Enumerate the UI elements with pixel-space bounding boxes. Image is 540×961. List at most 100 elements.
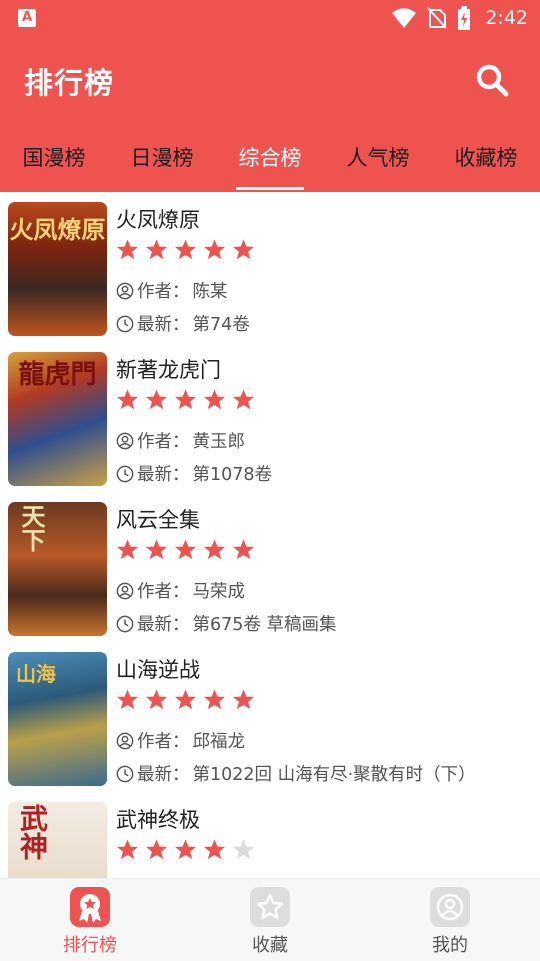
latest-chapter: 第1078卷	[192, 465, 273, 485]
cover-title: 火凤燎原	[9, 215, 106, 244]
latest-label: 最新：	[137, 615, 190, 635]
app-notification-icon: A	[18, 9, 36, 27]
list-item[interactable]: 火凤燎原 火凤燎原 作者： 陈某 最新： 第74卷	[0, 192, 540, 342]
comic-title: 火凤燎原	[116, 208, 200, 232]
list-item[interactable]: 天下 风云全集 作者： 马荣成 最新： 第675卷 草稿画集	[0, 492, 540, 642]
rating-stars	[116, 688, 255, 711]
status-icons: 2:42	[391, 0, 528, 36]
star-filled-icon	[145, 389, 168, 410]
page-title: 排行榜	[24, 66, 115, 100]
comic-title: 新著龙虎门	[116, 358, 221, 382]
author-line: 作者： 马荣成	[116, 578, 245, 603]
ranking-icon	[70, 887, 110, 927]
author-line: 作者： 黄玉郎	[116, 428, 245, 453]
tab-bar: 国漫榜 日漫榜 综合榜 人气榜 收藏榜	[0, 128, 540, 192]
search-icon	[476, 64, 509, 97]
clock-icon	[116, 615, 134, 632]
star-filled-icon	[145, 539, 168, 560]
tab-shoucang[interactable]: 收藏榜	[432, 128, 540, 192]
bottom-nav: 排行榜 收藏 我的	[0, 878, 540, 961]
user-icon	[116, 732, 134, 749]
latest-line: 最新： 第74卷	[116, 311, 250, 336]
cover-title: 武神	[16, 804, 49, 860]
nav-favorites[interactable]: 收藏	[180, 879, 360, 961]
star-filled-icon	[116, 239, 139, 260]
comic-list[interactable]: 火凤燎原 火凤燎原 作者： 陈某 最新： 第74卷 龍虎門 新著龙虎门 作者： …	[0, 192, 540, 878]
star-filled-icon	[232, 689, 255, 710]
author-label: 作者：	[137, 432, 190, 452]
tab-renqi[interactable]: 人气榜	[324, 128, 432, 192]
comic-cover[interactable]: 武神	[8, 802, 107, 878]
search-button[interactable]	[474, 62, 510, 98]
star-filled-icon	[145, 689, 168, 710]
nav-label: 我的	[432, 935, 468, 956]
author-line: 作者： 邱福龙	[116, 728, 245, 753]
clock-icon	[116, 465, 134, 482]
star-filled-icon	[232, 389, 255, 410]
latest-label: 最新：	[137, 765, 190, 785]
author-label: 作者：	[137, 732, 190, 752]
star-filled-icon	[116, 389, 139, 410]
tab-riman[interactable]: 日漫榜	[108, 128, 216, 192]
author-label: 作者：	[137, 582, 190, 602]
wifi-icon	[392, 8, 417, 28]
author-line: 作者： 陈某	[116, 278, 228, 303]
author-name: 陈某	[192, 282, 228, 302]
app-bar: 排行榜	[0, 36, 540, 128]
latest-line: 最新： 第675卷 草稿画集	[116, 611, 336, 636]
status-bar: A 2:42	[0, 0, 540, 36]
rating-stars	[116, 388, 255, 411]
star-filled-icon	[174, 839, 197, 860]
latest-chapter: 第1022回 山海有尽·聚散有时（下）	[192, 765, 476, 785]
star-filled-icon	[203, 389, 226, 410]
star-filled-icon	[116, 839, 139, 860]
no-sim-icon	[427, 7, 448, 29]
tab-indicator	[236, 187, 304, 190]
rating-stars	[116, 238, 255, 261]
cover-title: 山海	[16, 662, 56, 686]
latest-line: 最新： 第1022回 山海有尽·聚散有时（下）	[116, 761, 476, 786]
latest-chapter: 第74卷	[192, 315, 250, 335]
clock-icon	[116, 765, 134, 782]
battery-charging-icon	[458, 6, 471, 30]
star-filled-icon	[203, 689, 226, 710]
star-icon	[250, 887, 290, 927]
comic-title: 武神终极	[116, 808, 200, 832]
author-label: 作者：	[137, 282, 190, 302]
list-item[interactable]: 山海 山海逆战 作者： 邱福龙 最新： 第1022回 山海有尽·聚散有时（下）	[0, 642, 540, 792]
author-name: 黄玉郎	[192, 432, 246, 452]
star-filled-icon	[174, 239, 197, 260]
profile-icon	[430, 887, 470, 927]
comic-cover[interactable]: 山海	[8, 652, 107, 786]
star-empty-icon	[232, 839, 255, 860]
comic-cover[interactable]: 天下	[8, 502, 107, 636]
comic-cover[interactable]: 龍虎門	[8, 352, 107, 486]
nav-profile[interactable]: 我的	[360, 879, 540, 961]
tab-zonghe[interactable]: 综合榜	[216, 128, 324, 192]
star-filled-icon	[116, 689, 139, 710]
star-filled-icon	[174, 539, 197, 560]
rating-stars	[116, 838, 255, 861]
user-icon	[116, 282, 134, 299]
author-name: 邱福龙	[192, 732, 246, 752]
user-icon	[116, 582, 134, 599]
star-filled-icon	[145, 839, 168, 860]
star-filled-icon	[145, 239, 168, 260]
status-time: 2:42	[485, 7, 528, 29]
nav-label: 收藏	[252, 935, 288, 956]
star-filled-icon	[203, 239, 226, 260]
cover-title: 龍虎門	[18, 360, 97, 390]
star-filled-icon	[232, 539, 255, 560]
author-name: 马荣成	[192, 582, 246, 602]
latest-chapter: 第675卷 草稿画集	[192, 615, 337, 635]
list-item[interactable]: 龍虎門 新著龙虎门 作者： 黄玉郎 最新： 第1078卷	[0, 342, 540, 492]
tab-guoman[interactable]: 国漫榜	[0, 128, 108, 192]
star-filled-icon	[203, 839, 226, 860]
list-item[interactable]: 武神 武神终极	[0, 792, 540, 878]
comic-cover[interactable]: 火凤燎原	[8, 202, 107, 336]
star-filled-icon	[116, 539, 139, 560]
rating-stars	[116, 538, 255, 561]
star-filled-icon	[232, 239, 255, 260]
user-icon	[116, 432, 134, 449]
nav-ranking[interactable]: 排行榜	[0, 879, 180, 961]
